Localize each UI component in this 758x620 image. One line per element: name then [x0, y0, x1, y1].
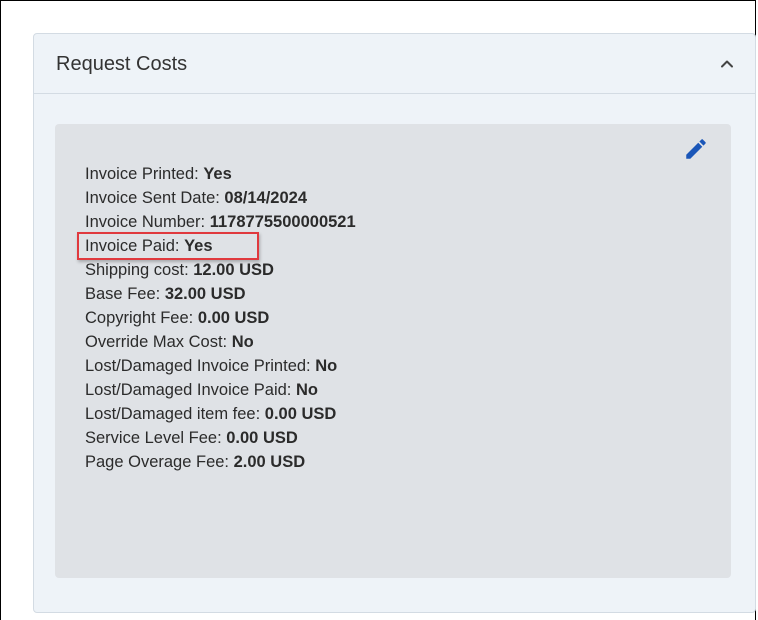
field-copyright-fee: Copyright Fee: 0.00 USD	[85, 306, 356, 330]
field-invoice-sent-date: Invoice Sent Date: 08/14/2024	[85, 186, 356, 210]
pencil-icon[interactable]	[683, 136, 709, 162]
field-label: Shipping cost:	[85, 261, 189, 279]
chevron-up-icon[interactable]	[715, 52, 739, 76]
field-value: 32.00 USD	[164, 285, 246, 303]
field-value: No	[231, 333, 254, 351]
field-value: Yes	[184, 237, 213, 255]
field-lost-damaged-invoice-paid: Lost/Damaged Invoice Paid: No	[85, 378, 356, 402]
field-label: Invoice Paid:	[85, 237, 180, 255]
field-value: No	[295, 381, 318, 399]
field-label: Invoice Printed:	[85, 165, 199, 183]
field-value: No	[315, 357, 338, 375]
panel-title: Request Costs	[56, 53, 188, 75]
field-value: 2.00 USD	[233, 453, 306, 471]
field-invoice-printed: Invoice Printed: Yes	[85, 162, 356, 186]
field-value: 0.00 USD	[226, 429, 298, 447]
field-override-max-cost: Override Max Cost: No	[85, 330, 356, 354]
request-costs-panel: Request Costs Invoice Printed: Yes Invoi…	[33, 33, 756, 613]
field-label: Invoice Number:	[85, 213, 206, 231]
field-value: Yes	[203, 165, 232, 183]
field-lost-damaged-invoice-printed: Lost/Damaged Invoice Printed: No	[85, 354, 356, 378]
field-label: Base Fee:	[85, 285, 161, 303]
field-value: 08/14/2024	[224, 189, 308, 207]
panel-header[interactable]: Request Costs	[34, 34, 755, 94]
field-label: Copyright Fee:	[85, 309, 194, 327]
field-label: Lost/Damaged Invoice Paid:	[85, 381, 292, 399]
field-page-overage-fee: Page Overage Fee: 2.00 USD	[85, 450, 356, 474]
field-value: 0.00 USD	[197, 309, 270, 327]
field-shipping-cost: Shipping cost: 12.00 USD	[85, 258, 356, 282]
field-value: 12.00 USD	[193, 261, 274, 279]
field-value: 0.00 USD	[264, 405, 337, 423]
field-value: 1178775500000521	[209, 213, 356, 231]
costs-card: Invoice Printed: Yes Invoice Sent Date: …	[55, 124, 731, 578]
field-label: Page Overage Fee:	[85, 453, 230, 471]
costs-field-list: Invoice Printed: Yes Invoice Sent Date: …	[77, 162, 356, 474]
field-label: Override Max Cost:	[85, 333, 228, 351]
field-invoice-paid: Invoice Paid: Yes	[77, 232, 356, 260]
field-label: Lost/Damaged item fee:	[85, 405, 261, 423]
field-lost-damaged-item-fee: Lost/Damaged item fee: 0.00 USD	[85, 402, 356, 426]
field-invoice-number: Invoice Number: 1178775500000521	[85, 210, 356, 234]
field-label: Service Level Fee:	[85, 429, 222, 447]
field-base-fee: Base Fee: 32.00 USD	[85, 282, 356, 306]
field-service-level-fee: Service Level Fee: 0.00 USD	[85, 426, 356, 450]
field-label: Lost/Damaged Invoice Printed:	[85, 357, 311, 375]
field-label: Invoice Sent Date:	[85, 189, 220, 207]
